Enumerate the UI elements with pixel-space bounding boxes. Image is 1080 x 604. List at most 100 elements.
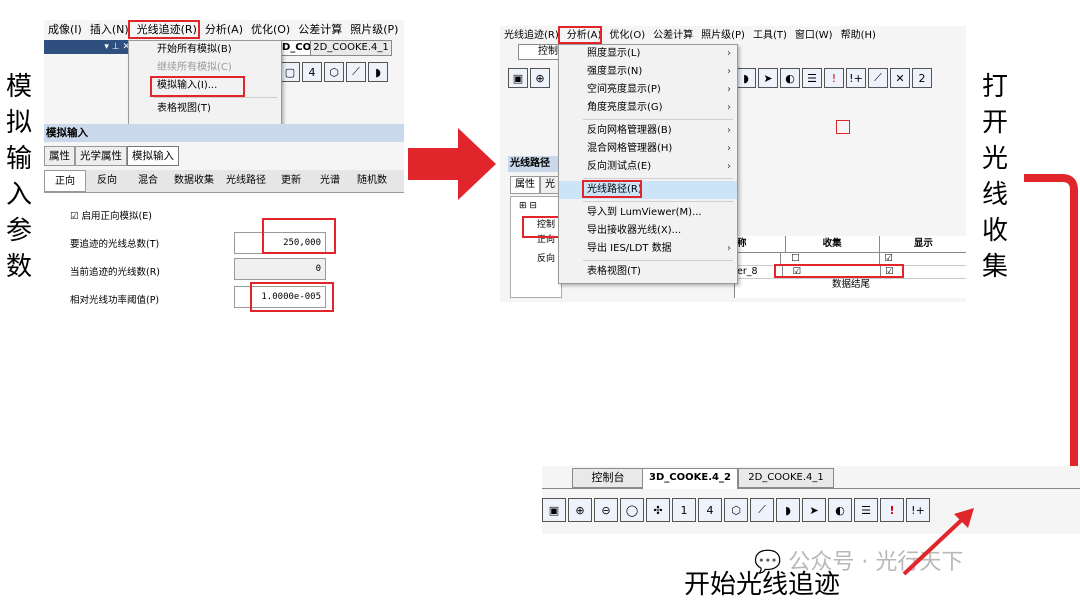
sub-tabs: 正向 反向 混合 数据收集 光线路径 更新 光谱 随机数 bbox=[44, 170, 404, 193]
menu-window[interactable]: 窗口(W) bbox=[791, 28, 837, 44]
pointer-icon[interactable]: ➤ bbox=[802, 498, 826, 522]
menu-item-continue-all: 继续所有模拟(C) bbox=[129, 59, 281, 77]
side-char: 输 bbox=[5, 144, 32, 174]
subtab-data-collection[interactable]: 数据收集 bbox=[168, 170, 220, 192]
tab-3d-cooke[interactable]: 3D_COOKE.4_2 bbox=[642, 468, 738, 489]
subtab-ray-path[interactable]: 光线路径 bbox=[220, 170, 272, 192]
menu-optimize[interactable]: 优化(O) bbox=[605, 28, 649, 44]
bottom-toolbar: ▣ ⊕ ⊖ ◯ ✣ 1 4 ⬡ ⟋ ◗ ➤ ◐ ☰ ! !+ bbox=[542, 498, 930, 522]
one-icon[interactable]: 1 bbox=[672, 498, 696, 522]
menu-separator bbox=[583, 201, 733, 202]
tab-console[interactable]: 控制台 bbox=[572, 468, 644, 488]
field-label-current-rays: 当前追迹的光线数(R) bbox=[70, 267, 161, 278]
table-footer: 数据结尾 bbox=[831, 279, 870, 290]
right-toolbar-2: ◗ ➤ ◐ ☰ ! !+ ⟋ ✕ 2 bbox=[736, 68, 932, 88]
menu-item-label: 表格视图(T) bbox=[587, 266, 641, 277]
tab-optical-properties[interactable]: 光学属性 bbox=[75, 146, 127, 166]
ray-icon[interactable]: ⟋ bbox=[868, 68, 888, 88]
pointer-icon[interactable]: ➤ bbox=[758, 68, 778, 88]
menu-raytrace[interactable]: 光线追迹(R) bbox=[500, 28, 563, 44]
tab-sim-input[interactable]: 模拟输入 bbox=[127, 146, 179, 166]
menu-tolerance[interactable]: 公差计算 bbox=[649, 28, 697, 44]
right-menubar: 光线追迹(R) 分析(A) 优化(O) 公差计算 照片级(P) 工具(T) 窗口… bbox=[500, 28, 880, 44]
tab-2d-cooke[interactable]: 2D_COOKE.4_1 bbox=[738, 468, 834, 488]
menu-item-angular-lum[interactable]: 角度亮度显示(G) › bbox=[559, 99, 737, 117]
chevron-right-icon: › bbox=[727, 66, 731, 77]
lens-icon[interactable]: ◗ bbox=[776, 498, 800, 522]
right-prop-tabs: 属性 光 bbox=[510, 176, 560, 194]
zoom-out-icon[interactable]: ⊖ bbox=[594, 498, 618, 522]
left-menubar: 成像(I) 插入(N) 光线追迹(R) 分析(A) 优化(O) 公差计算 照片级… bbox=[44, 22, 402, 38]
lens-icon[interactable]: ◗ bbox=[368, 62, 388, 82]
zoom-in-icon[interactable]: ⊕ bbox=[530, 68, 550, 88]
lens-icon[interactable]: ◗ bbox=[736, 68, 756, 88]
tree-expand-icons[interactable]: ⊞ ⊟ bbox=[519, 201, 561, 211]
menu-tolerance[interactable]: 公差计算 bbox=[294, 22, 346, 38]
two-icon[interactable]: 2 bbox=[912, 68, 932, 88]
exclaim-icon[interactable]: ! bbox=[824, 68, 844, 88]
zoom-fit-icon[interactable]: ◯ bbox=[620, 498, 644, 522]
tab-properties[interactable]: 属性 bbox=[510, 176, 540, 194]
enable-forward-checkbox[interactable]: ☑ 启用正向模拟(E) bbox=[70, 208, 152, 222]
menu-tools[interactable]: 工具(T) bbox=[749, 28, 791, 44]
zoom-all-icon[interactable]: ✣ bbox=[646, 498, 670, 522]
chevron-right-icon: › bbox=[727, 143, 731, 154]
subtab-spectrum[interactable]: 光谱 bbox=[310, 170, 350, 192]
panel-title: 光线路径 bbox=[510, 158, 550, 169]
four-icon[interactable]: 4 bbox=[302, 62, 322, 82]
menu-insert[interactable]: 插入(N) bbox=[86, 22, 133, 38]
save-icon[interactable]: ▣ bbox=[508, 68, 528, 88]
menu-analysis[interactable]: 分析(A) bbox=[201, 22, 247, 38]
menu-photoreal[interactable]: 照片级(P) bbox=[697, 28, 749, 44]
right-toolbar: ▣ ⊕ bbox=[508, 68, 550, 88]
tab-properties[interactable]: 属性 bbox=[44, 146, 75, 166]
panel-title: 模拟输入 bbox=[46, 127, 88, 139]
x-icon[interactable]: ✕ bbox=[890, 68, 910, 88]
menu-item-export-ies[interactable]: 导出 IES/LDT 数据 › bbox=[559, 240, 737, 258]
zoom-in-icon[interactable]: ⊕ bbox=[568, 498, 592, 522]
menu-item-reverse-grid[interactable]: 反向网格管理器(B) › bbox=[559, 122, 737, 140]
axes-icon[interactable]: ⟋ bbox=[346, 62, 366, 82]
menu-item-lumviewer[interactable]: 导入到 LumViewer(M)... bbox=[559, 204, 737, 222]
table-icon[interactable]: ☰ bbox=[802, 68, 822, 88]
axes-icon[interactable]: ⟋ bbox=[750, 498, 774, 522]
menu-item-label: 混合网格管理器(H) bbox=[587, 143, 673, 154]
highlight-power-threshold bbox=[250, 282, 334, 312]
chevron-right-icon: › bbox=[727, 161, 731, 172]
table-icon[interactable]: ☰ bbox=[854, 498, 878, 522]
exclaim-plus-icon[interactable]: !+ bbox=[846, 68, 866, 88]
subtab-update[interactable]: 更新 bbox=[272, 170, 310, 192]
menu-help[interactable]: 帮助(H) bbox=[837, 28, 880, 44]
save-icon[interactable]: ▣ bbox=[542, 498, 566, 522]
subtab-random[interactable]: 随机数 bbox=[350, 170, 394, 192]
tab-optical[interactable]: 光 bbox=[540, 176, 560, 194]
menu-item-intensity[interactable]: 强度显示(N) › bbox=[559, 63, 737, 81]
subtab-forward[interactable]: 正向 bbox=[44, 170, 86, 192]
menu-item-reverse-test[interactable]: 反向测试点(E) › bbox=[559, 158, 737, 176]
menu-item-export-rays[interactable]: 导出接收器光线(X)... bbox=[559, 222, 737, 240]
tab-doc-2[interactable]: 2D_COOKE.4_1 bbox=[310, 40, 392, 56]
menu-item-mixed-grid[interactable]: 混合网格管理器(H) › bbox=[559, 140, 737, 158]
menu-item-spatial-lum[interactable]: 空间亮度显示(P) › bbox=[559, 81, 737, 99]
analysis-dropdown: 照度显示(L) › 强度显示(N) › 空间亮度显示(P) › 角度亮度显示(G) › … bbox=[558, 44, 738, 284]
subtab-mixed[interactable]: 混合 bbox=[128, 170, 168, 192]
field-label-power-threshold: 相对光线功率阈值(P) bbox=[70, 295, 160, 306]
canvas-marker bbox=[836, 120, 850, 134]
lens-pair-icon[interactable]: ◐ bbox=[828, 498, 852, 522]
menu-item-table-view[interactable]: 表格视图(T) bbox=[129, 100, 281, 118]
menu-item-table-view[interactable]: 表格视图(T) bbox=[559, 263, 737, 281]
side-char: 拟 bbox=[5, 108, 32, 138]
menu-imaging[interactable]: 成像(I) bbox=[44, 22, 86, 38]
four-icon[interactable]: 4 bbox=[698, 498, 722, 522]
lens-pair-icon[interactable]: ◐ bbox=[780, 68, 800, 88]
menu-item-start-all[interactable]: 开始所有模拟(B) bbox=[129, 41, 281, 59]
col-header-collect: 收集 bbox=[784, 236, 879, 252]
menu-item-illuminance[interactable]: 照度显示(L) › bbox=[559, 45, 737, 63]
cube-icon[interactable]: ⬡ bbox=[724, 498, 748, 522]
cube-icon[interactable]: ⬡ bbox=[324, 62, 344, 82]
menu-photoreal[interactable]: 照片级(P) bbox=[346, 22, 402, 38]
subtab-reverse[interactable]: 反向 bbox=[86, 170, 128, 192]
menu-optimize[interactable]: 优化(O) bbox=[247, 22, 294, 38]
box-icon[interactable]: ▢ bbox=[280, 62, 300, 82]
chevron-right-icon: › bbox=[727, 243, 731, 254]
